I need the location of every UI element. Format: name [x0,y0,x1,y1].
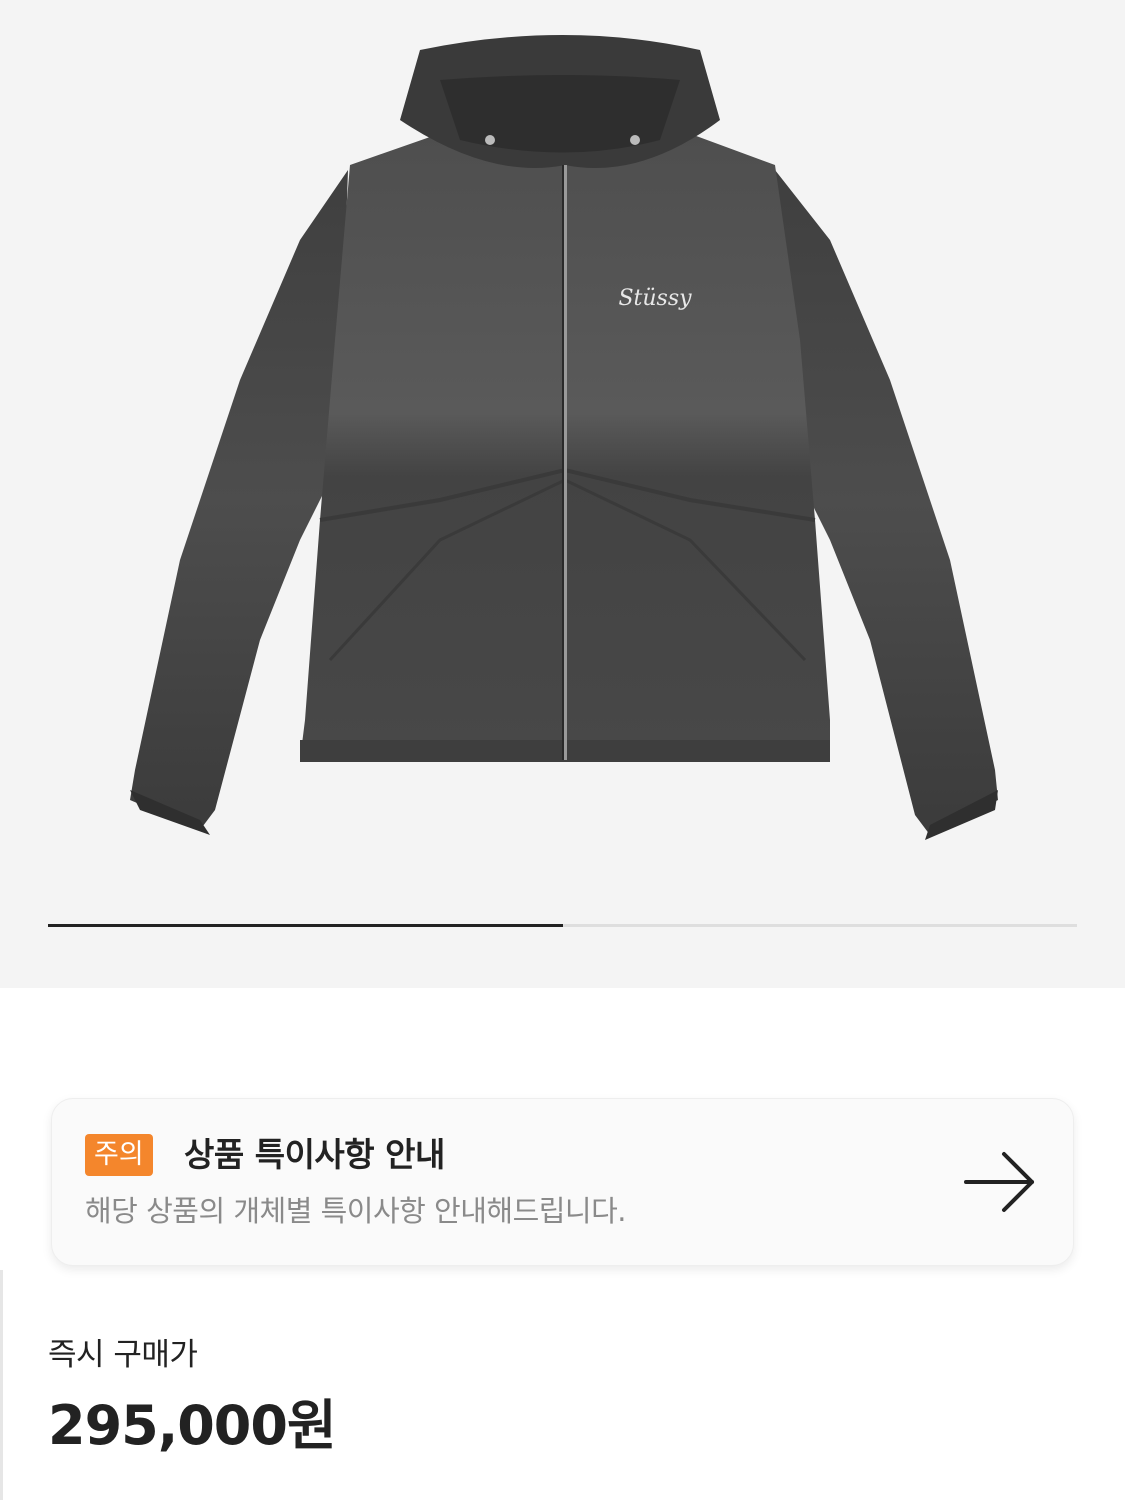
arrow-right-icon[interactable] [964,1151,1036,1213]
notice-description: 해당 상품의 개체별 특이사항 안내해드립니다. [85,1194,627,1228]
product-image[interactable]: Stüssy [0,0,1125,900]
product-notice-card[interactable]: 주의 상품 특이사항 안내 해당 상품의 개체별 특이사항 안내해드립니다. [51,1098,1074,1266]
notice-title: 상품 특이사항 안내 [184,1135,445,1174]
instant-buy-price: 295,000원 [48,1394,337,1457]
instant-buy-price-label: 즉시 구매가 [48,1337,198,1373]
gallery-progress-fill [48,924,563,927]
brand-logo: Stüssy [618,286,692,311]
product-image-gallery[interactable]: Stüssy [0,0,1125,988]
gallery-progress-bar [48,924,1077,927]
warning-badge: 주의 [85,1134,153,1176]
scroll-edge-indicator [0,1270,3,1500]
